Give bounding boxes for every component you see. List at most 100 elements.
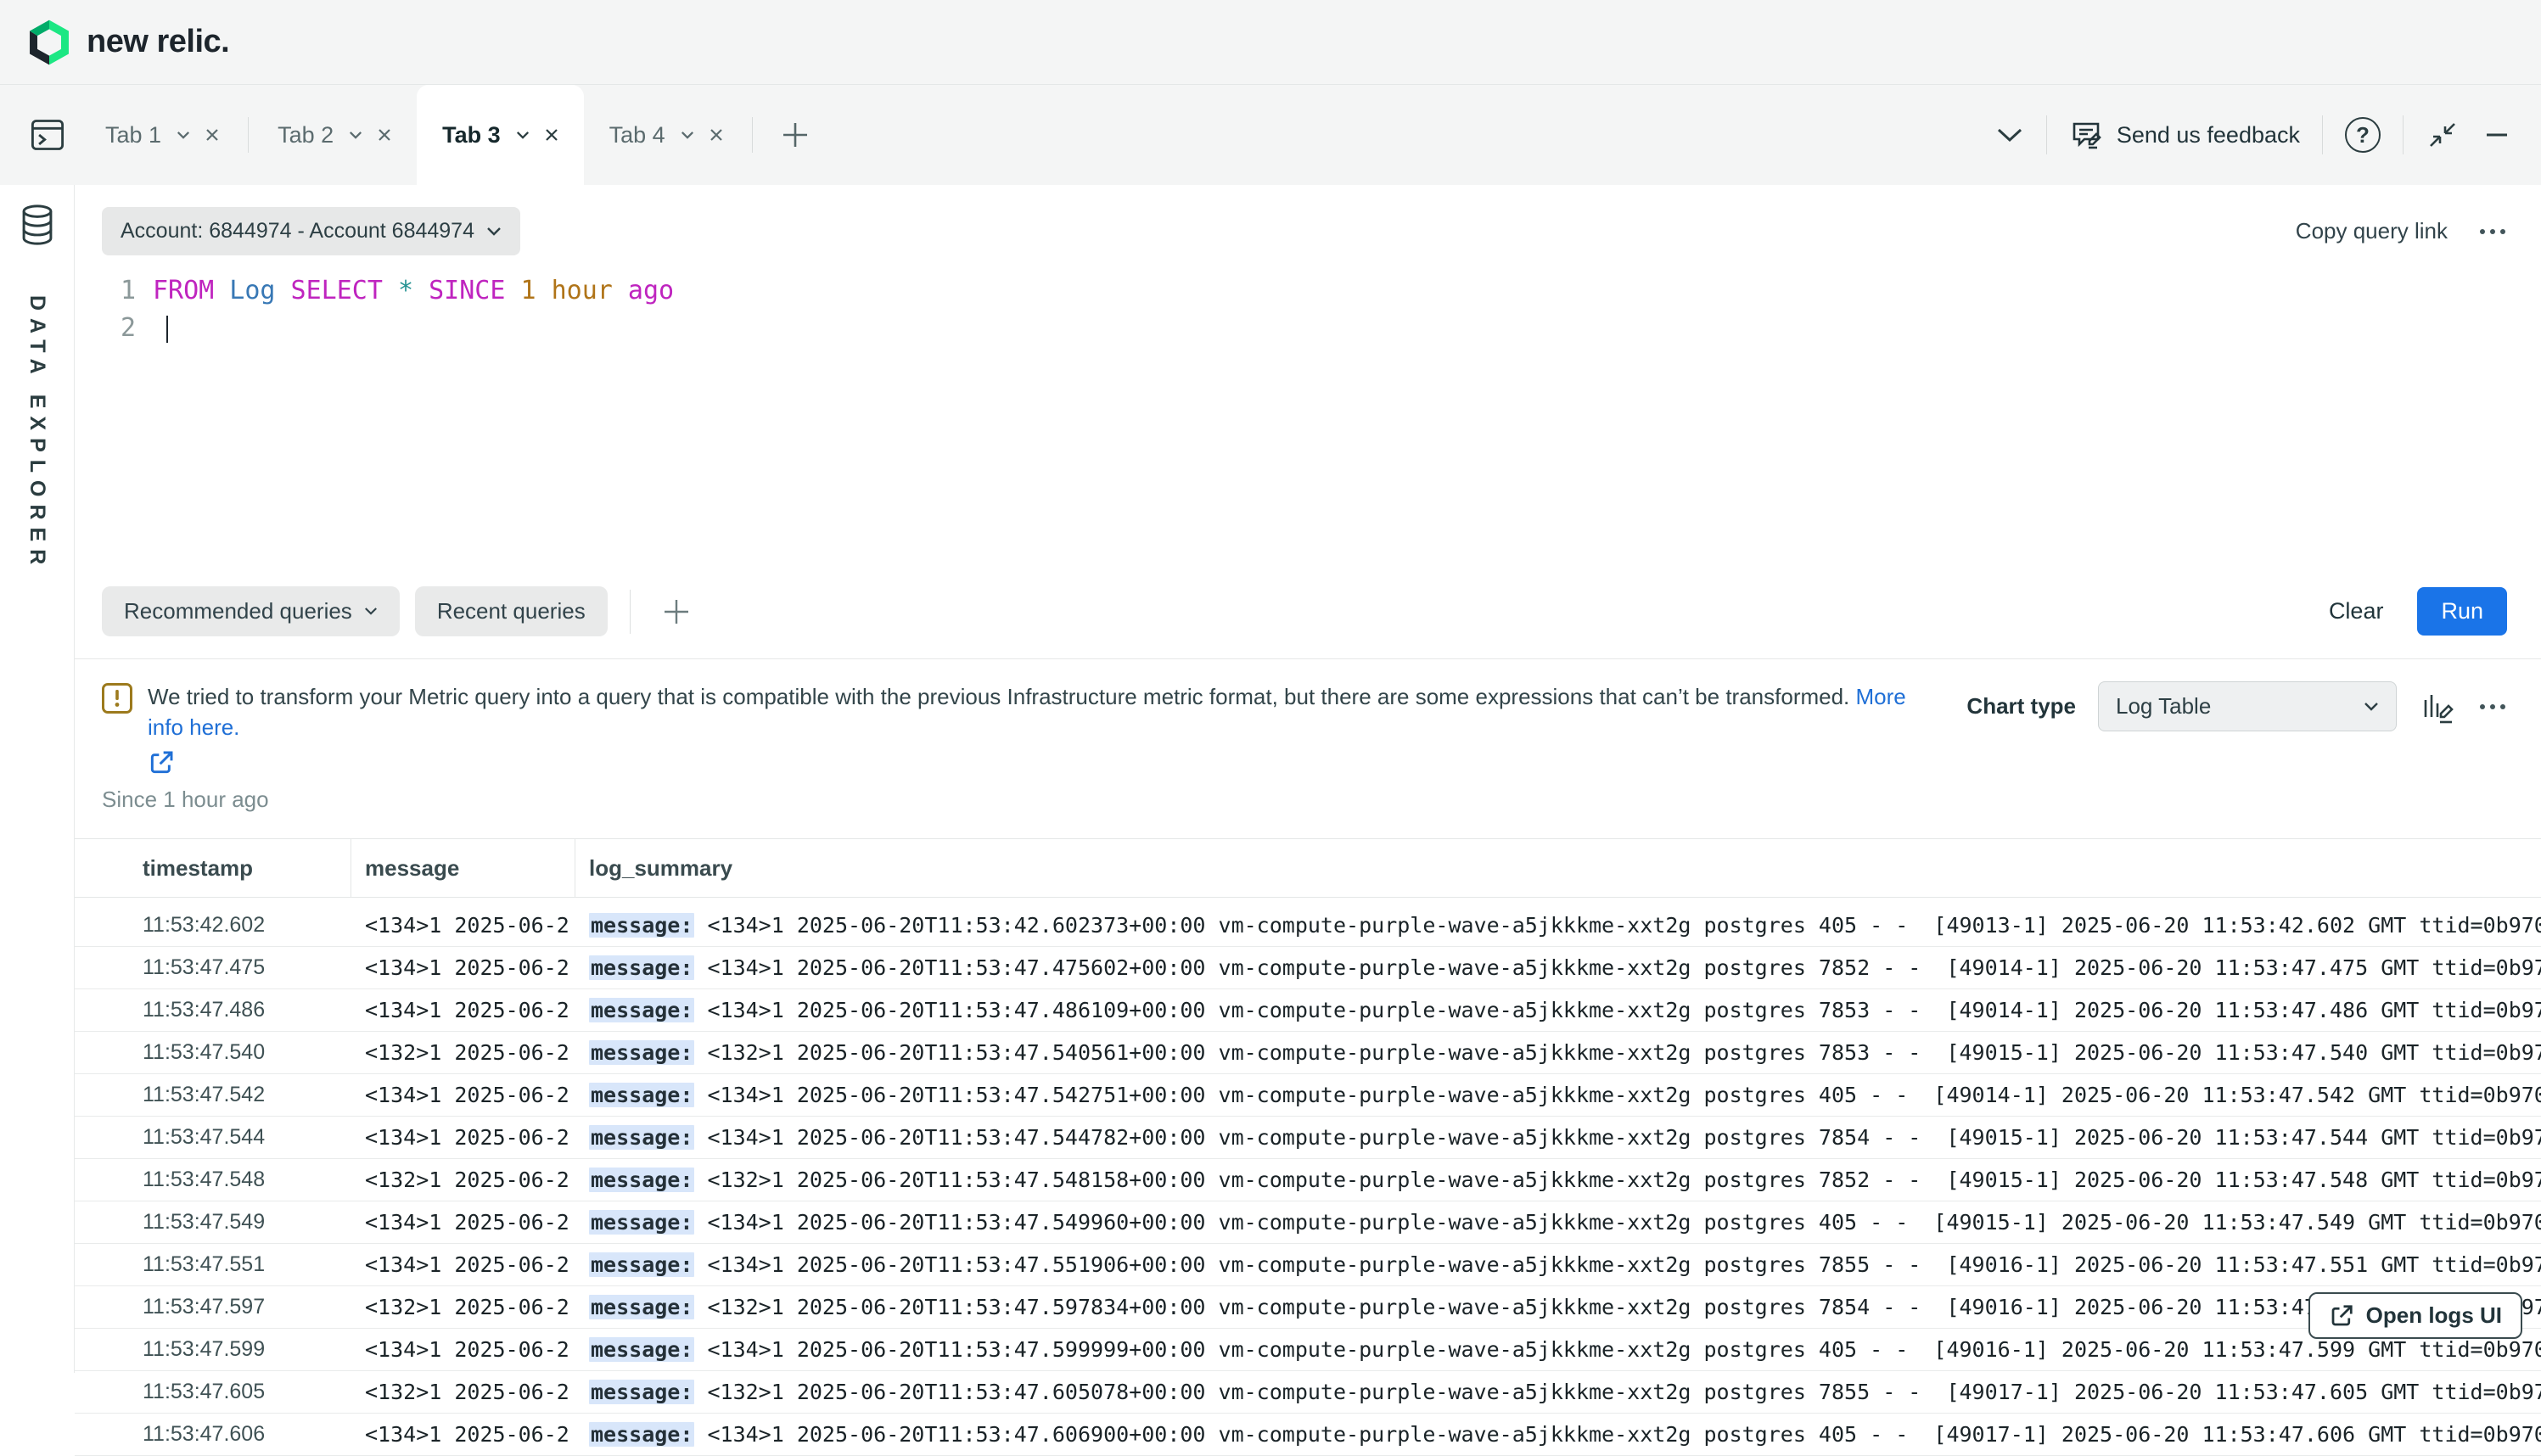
tab-separator: [248, 117, 249, 153]
tab-separator: [752, 117, 753, 153]
log-text: <134>1 2025-06-20T11:53:42.602373+00:00 …: [694, 913, 2541, 938]
copy-query-link-button[interactable]: Copy query link: [2296, 218, 2448, 244]
add-query-icon[interactable]: [653, 595, 700, 629]
run-button[interactable]: Run: [2417, 587, 2507, 636]
chevron-down-icon: [486, 227, 502, 237]
tab-chevron-down-icon[interactable]: [516, 131, 530, 140]
tab-chevron-down-icon[interactable]: [177, 131, 190, 140]
cell-log-summary: message: <132>1 2025-06-20T11:53:47.5481…: [575, 1168, 2541, 1192]
log-key: message:: [589, 1210, 694, 1235]
log-text: <134>1 2025-06-20T11:53:47.486109+00:00 …: [694, 998, 2541, 1022]
workspace-tab[interactable]: Tab 2: [252, 85, 417, 185]
workspace-tab[interactable]: Tab 4: [584, 85, 749, 185]
nrql-editor[interactable]: 1FROM Log SELECT * SINCE 1 hour ago2: [102, 272, 2507, 484]
tab-label: Tab 1: [105, 122, 161, 148]
workspace-tab[interactable]: Tab 1: [80, 85, 244, 185]
database-icon[interactable]: [18, 204, 57, 246]
text-cursor: [166, 316, 168, 343]
log-text: <134>1 2025-06-20T11:53:47.544782+00:00 …: [694, 1125, 2541, 1150]
tab-chevron-down-icon[interactable]: [681, 131, 694, 140]
query-header-actions: Copy query link: [2296, 218, 2507, 244]
data-explorer-rail: DATA EXPLORER: [0, 185, 75, 1373]
table-row[interactable]: 11:53:47.606 <134>1 2025-06-2 message: <…: [75, 1414, 2541, 1456]
minimize-icon[interactable]: [2482, 120, 2512, 150]
table-row[interactable]: 11:53:47.599 <134>1 2025-06-2 message: <…: [75, 1329, 2541, 1371]
cell-log-summary: message: <134>1 2025-06-20T11:53:47.5999…: [575, 1337, 2541, 1362]
column-header-log-summary: log_summary: [575, 839, 2541, 897]
table-row[interactable]: 11:53:47.548 <132>1 2025-06-2 message: <…: [75, 1159, 2541, 1201]
cell-message: <132>1 2025-06-2: [351, 1380, 575, 1404]
chart-more-menu-icon[interactable]: [2478, 703, 2507, 711]
cell-timestamp: 11:53:47.549: [75, 1210, 351, 1235]
chart-type-value: Log Table: [2116, 693, 2211, 720]
log-table: timestamp message log_summary 11:53:42.6…: [75, 838, 2541, 1373]
cell-timestamp: 11:53:47.486: [75, 998, 351, 1022]
tab-close-icon[interactable]: [378, 128, 391, 142]
warning-icon: [102, 683, 132, 714]
tab-close-icon[interactable]: [710, 128, 723, 142]
line-number: 1: [102, 272, 136, 310]
tab-chevron-down-icon[interactable]: [349, 131, 362, 140]
log-text: <132>1 2025-06-20T11:53:47.548158+00:00 …: [694, 1168, 2541, 1192]
divider: [630, 590, 631, 634]
chevron-down-icon[interactable]: [1995, 126, 2024, 143]
table-row[interactable]: 11:53:42.602 <134>1 2025-06-2 message: <…: [75, 904, 2541, 947]
log-key: message:: [589, 998, 694, 1022]
workspace-tab[interactable]: Tab 3: [417, 85, 584, 185]
divider: [2322, 115, 2323, 154]
table-row[interactable]: 11:53:47.540 <132>1 2025-06-2 message: <…: [75, 1032, 2541, 1074]
tab-label: Tab 3: [442, 122, 501, 148]
cell-message: <132>1 2025-06-2: [351, 1295, 575, 1319]
help-icon[interactable]: ?: [2345, 117, 2381, 153]
cell-log-summary: message: <134>1 2025-06-20T11:53:47.4756…: [575, 955, 2541, 980]
table-row[interactable]: 11:53:47.544 <134>1 2025-06-2 message: <…: [75, 1117, 2541, 1159]
table-row[interactable]: 11:53:47.542 <134>1 2025-06-2 message: <…: [75, 1074, 2541, 1117]
chart-type-label: Chart type: [1966, 693, 2076, 720]
data-explorer-label: DATA EXPLORER: [25, 295, 49, 572]
tab-close-icon[interactable]: [545, 128, 558, 142]
table-row[interactable]: 11:53:47.597 <132>1 2025-06-2 message: <…: [75, 1286, 2541, 1329]
divider: [2403, 115, 2404, 154]
external-link-icon[interactable]: [148, 749, 1941, 776]
cell-timestamp: 11:53:47.551: [75, 1252, 351, 1277]
open-logs-ui-button[interactable]: Open logs UI: [2308, 1292, 2522, 1339]
query-console-icon[interactable]: [15, 85, 80, 185]
cell-timestamp: 11:53:47.605: [75, 1380, 351, 1404]
recommended-queries-button[interactable]: Recommended queries: [102, 586, 400, 636]
transform-warning: We tried to transform your Metric query …: [102, 681, 1966, 813]
cell-message: <132>1 2025-06-2: [351, 1040, 575, 1065]
collapse-icon[interactable]: [2426, 118, 2460, 152]
external-link-icon: [2329, 1303, 2354, 1329]
log-text: <134>1 2025-06-20T11:53:47.606900+00:00 …: [694, 1422, 2541, 1447]
table-row[interactable]: 11:53:47.551 <134>1 2025-06-2 message: <…: [75, 1244, 2541, 1286]
tabs: Tab 1 Tab 2 Tab 3 Tab 4: [80, 85, 749, 185]
cell-message: <134>1 2025-06-2: [351, 998, 575, 1022]
log-key: message:: [589, 955, 694, 980]
query-more-menu-icon[interactable]: [2478, 227, 2507, 236]
query-code: [153, 310, 168, 347]
line-number: 2: [102, 310, 136, 347]
cell-log-summary: message: <134>1 2025-06-20T11:53:47.5499…: [575, 1210, 2541, 1235]
clear-button[interactable]: Clear: [2329, 598, 2384, 624]
recent-queries-button[interactable]: Recent queries: [415, 586, 608, 636]
cell-timestamp: 11:53:47.542: [75, 1083, 351, 1107]
cell-timestamp: 11:53:47.597: [75, 1295, 351, 1319]
cell-log-summary: message: <134>1 2025-06-20T11:53:47.4861…: [575, 998, 2541, 1022]
edit-chart-icon[interactable]: [2419, 688, 2456, 725]
cell-timestamp: 11:53:47.540: [75, 1040, 351, 1065]
cell-timestamp: 11:53:47.475: [75, 955, 351, 980]
table-row[interactable]: 11:53:47.605 <132>1 2025-06-2 message: <…: [75, 1371, 2541, 1414]
account-picker[interactable]: Account: 6844974 - Account 6844974: [102, 207, 520, 255]
cell-log-summary: message: <132>1 2025-06-20T11:53:47.5405…: [575, 1040, 2541, 1065]
cell-message: <134>1 2025-06-2: [351, 1210, 575, 1235]
cell-message: <134>1 2025-06-2: [351, 1125, 575, 1150]
table-row[interactable]: 11:53:47.475 <134>1 2025-06-2 message: <…: [75, 947, 2541, 989]
send-feedback-button[interactable]: Send us feedback: [2069, 117, 2300, 153]
add-tab-button[interactable]: [756, 85, 834, 185]
table-row[interactable]: 11:53:47.549 <134>1 2025-06-2 message: <…: [75, 1201, 2541, 1244]
log-text: <132>1 2025-06-20T11:53:47.597834+00:00 …: [694, 1295, 2541, 1319]
main-area: DATA EXPLORER Account: 6844974 - Account…: [0, 185, 2541, 1373]
tab-close-icon[interactable]: [205, 128, 219, 142]
table-row[interactable]: 11:53:47.486 <134>1 2025-06-2 message: <…: [75, 989, 2541, 1032]
chart-type-select[interactable]: Log Table: [2098, 681, 2397, 731]
